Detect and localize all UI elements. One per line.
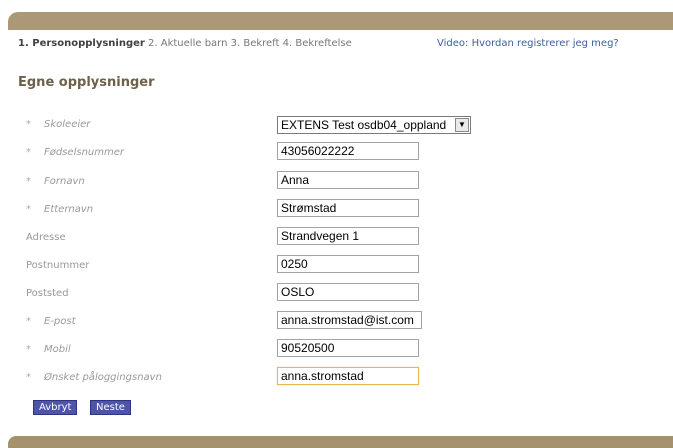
cancel-button[interactable]: Avbryt [33, 400, 78, 415]
header-bar [8, 12, 673, 30]
chevron-down-icon[interactable]: ▼ [455, 118, 469, 132]
etternavn-label: Etternavn [44, 204, 94, 215]
epost-label: E-post [44, 316, 76, 327]
form-row-brukernavn: * Ønsket påloggingsnavn [0, 365, 673, 391]
required-marker: * [26, 372, 31, 383]
poststed-input[interactable] [277, 283, 419, 301]
form-row-etternavn: * Etternavn [0, 197, 673, 223]
form-row-skoleeier: * Skoleeier EXTENS Test osdb04_oppland ▼ [0, 112, 673, 138]
video-help-link[interactable]: Video: Hvordan registrerer jeg meg? [437, 38, 619, 49]
skoleeier-selected-value: EXTENS Test osdb04_oppland [281, 118, 447, 132]
form-row-postnummer: Postnummer [0, 253, 673, 279]
mobil-input[interactable] [277, 339, 419, 357]
form-row-fodselsnummer: * Fødselsnummer [0, 140, 673, 166]
step-current: 1. Personopplysninger [18, 38, 145, 49]
footer-bar [8, 436, 673, 448]
required-marker: * [26, 344, 31, 355]
form-row-adresse: Adresse [0, 225, 673, 251]
step-indicator: 1. Personopplysninger 2. Aktuelle barn 3… [18, 38, 352, 49]
next-button[interactable]: Neste [90, 400, 131, 415]
fornavn-input[interactable] [277, 171, 419, 189]
required-marker: * [26, 147, 31, 158]
step-remaining: 2. Aktuelle barn 3. Bekreft 4. Bekreftel… [144, 38, 352, 49]
brukernavn-label: Ønsket påloggingsnavn [44, 372, 162, 383]
mobil-label: Mobil [44, 344, 71, 355]
form-row-epost: * E-post [0, 309, 673, 335]
required-marker: * [26, 119, 31, 130]
postnummer-input[interactable] [277, 255, 419, 273]
skoleeier-label: Skoleeier [44, 119, 91, 130]
required-marker: * [26, 316, 31, 327]
fornavn-label: Fornavn [44, 176, 85, 187]
brukernavn-input[interactable] [277, 367, 419, 385]
skoleeier-select[interactable]: EXTENS Test osdb04_oppland ▼ [277, 116, 471, 134]
section-title: Egne opplysninger [18, 75, 155, 90]
required-marker: * [26, 204, 31, 215]
poststed-label: Poststed [26, 288, 69, 299]
form-row-fornavn: * Fornavn [0, 169, 673, 195]
form-row-mobil: * Mobil [0, 337, 673, 363]
postnummer-label: Postnummer [26, 260, 90, 271]
etternavn-input[interactable] [277, 199, 419, 217]
adresse-input[interactable] [277, 227, 419, 245]
fodselsnummer-input[interactable] [277, 142, 419, 160]
epost-input[interactable] [277, 311, 422, 329]
adresse-label: Adresse [26, 232, 66, 243]
required-marker: * [26, 176, 31, 187]
form-row-poststed: Poststed [0, 281, 673, 307]
fodselsnummer-label: Fødselsnummer [44, 147, 124, 158]
